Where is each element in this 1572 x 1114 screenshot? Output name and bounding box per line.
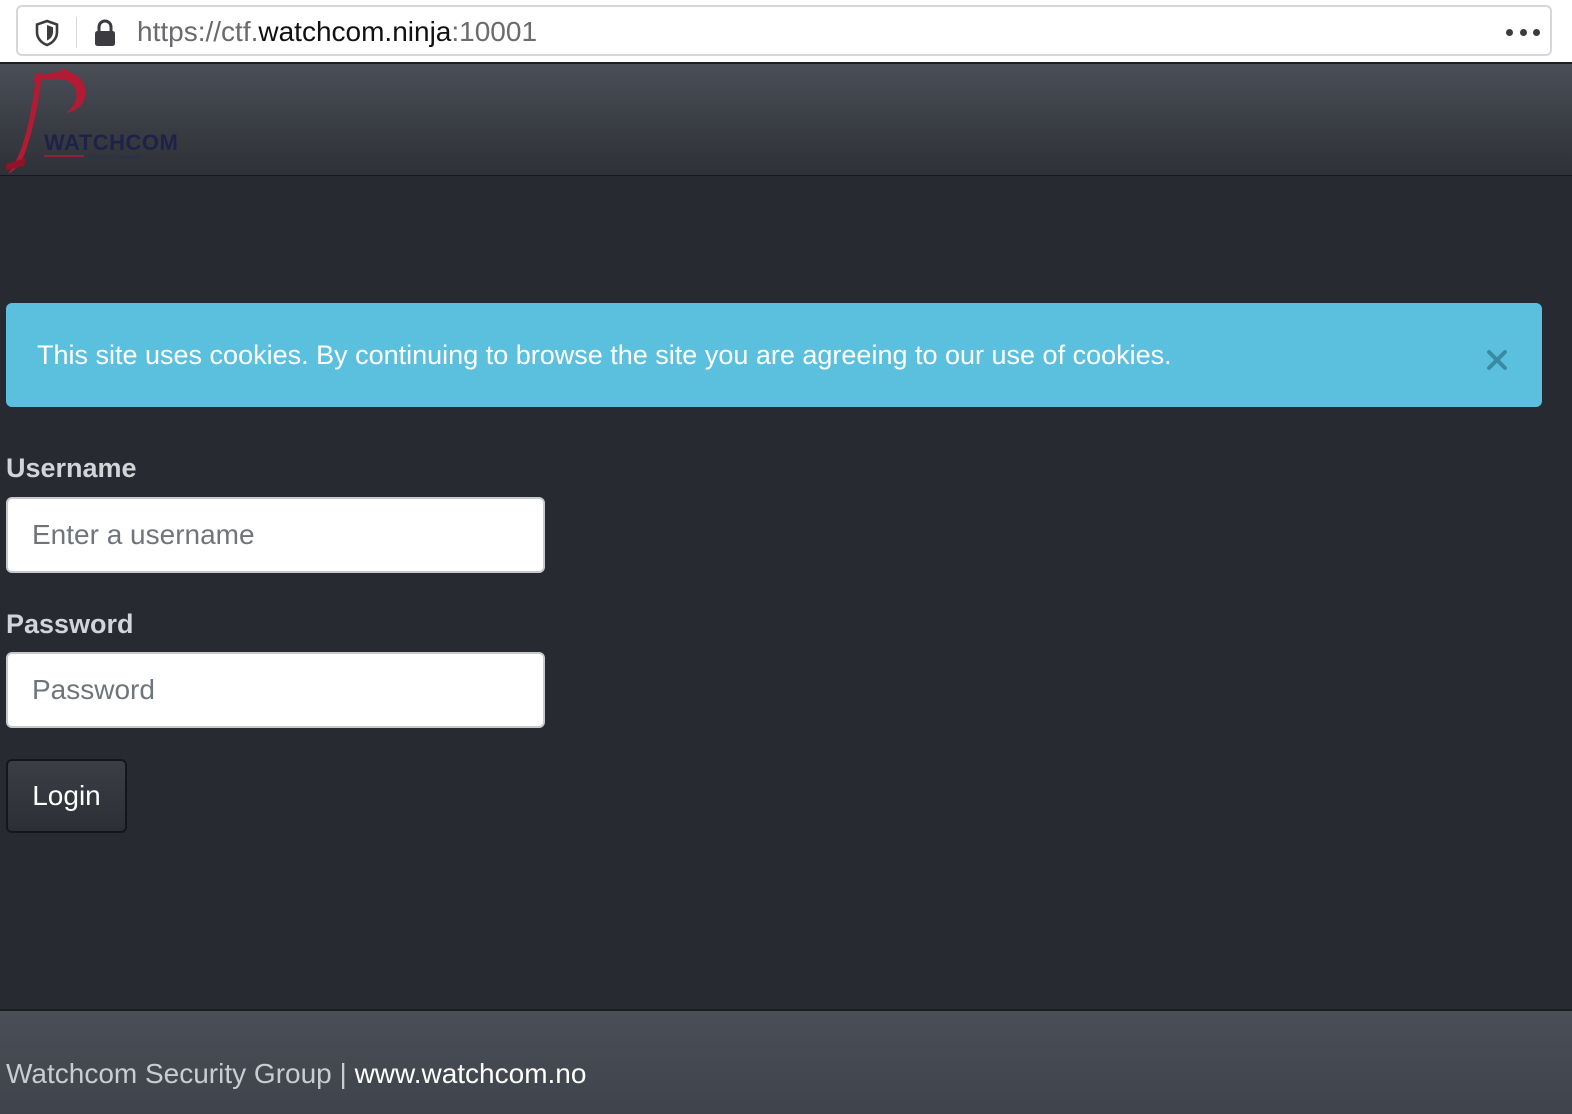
close-icon[interactable] xyxy=(1482,345,1512,375)
login-button[interactable]: Login xyxy=(6,759,127,833)
url-port: :10001 xyxy=(451,16,538,47)
shield-icon[interactable] xyxy=(34,19,60,47)
url-text[interactable]: https://ctf.watchcom.ninja:10001 xyxy=(137,16,537,48)
footer-text: Watchcom Security Group | www.watchcom.n… xyxy=(6,1057,586,1091)
url-scheme: https://ctf. xyxy=(137,16,259,47)
password-input[interactable] xyxy=(6,652,545,728)
url-host: watchcom.ninja xyxy=(258,16,452,47)
username-input[interactable] xyxy=(6,497,545,573)
watchcom-logo[interactable]: WATCHCOM A CONSITEC COMPANY xyxy=(4,66,188,176)
site-footer: Watchcom Security Group | www.watchcom.n… xyxy=(0,1009,1572,1114)
logo-tagline: A CONSITEC COMPANY xyxy=(86,155,143,161)
site-header: WATCHCOM A CONSITEC COMPANY xyxy=(0,64,1572,176)
page-actions-menu-icon[interactable] xyxy=(1506,21,1540,43)
footer-separator: | xyxy=(331,1058,355,1089)
browser-toolbar: https://ctf.watchcom.ninja:10001 xyxy=(0,0,1572,64)
cookie-alert: This site uses cookies. By continuing to… xyxy=(6,303,1542,407)
logo-wordmark: WATCHCOM xyxy=(44,130,178,155)
more-dot xyxy=(1519,28,1527,36)
more-dot xyxy=(1506,28,1513,36)
toolbar-divider xyxy=(76,17,77,48)
cookie-alert-message: This site uses cookies. By continuing to… xyxy=(37,340,1172,370)
address-bar[interactable]: https://ctf.watchcom.ninja:10001 xyxy=(16,5,1552,56)
lock-icon[interactable] xyxy=(92,18,118,48)
more-dot xyxy=(1533,28,1540,36)
password-label: Password xyxy=(6,609,134,639)
footer-company: Watchcom Security Group xyxy=(6,1058,332,1089)
username-label: Username xyxy=(6,453,137,483)
footer-website-link[interactable]: www.watchcom.no xyxy=(355,1058,587,1089)
